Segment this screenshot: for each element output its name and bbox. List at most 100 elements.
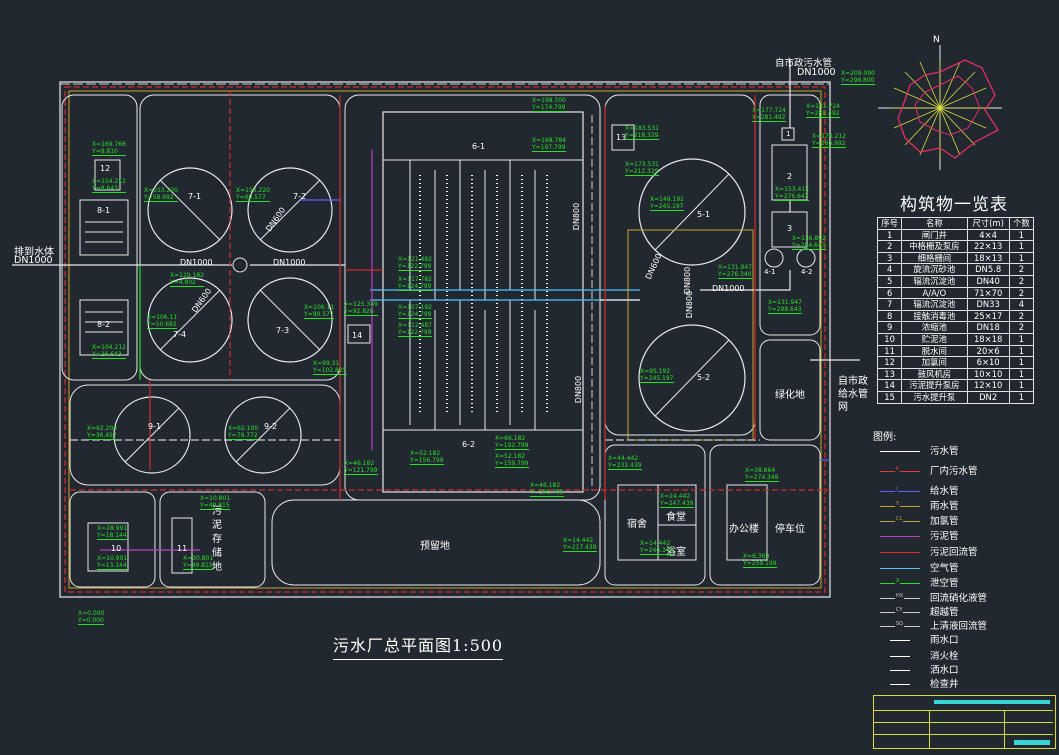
table-header-cell: 序号 <box>876 217 903 230</box>
unit-label-3: 3 <box>787 224 793 233</box>
coordinate-x: X=62.204 <box>87 425 118 432</box>
table-cell: 旋流沉砂池 <box>901 263 968 276</box>
rain-loop <box>627 229 754 441</box>
table-cell: 22×13 <box>966 240 1010 253</box>
table-cell: 中格栅及泵房 <box>901 240 968 253</box>
coordinate-x: X=10.991 <box>97 555 128 562</box>
coordinate-x: X=95.192 <box>640 368 671 375</box>
coordinate-y: Y=218.329 <box>625 132 659 139</box>
coordinate-y: Y=124.799 <box>398 283 432 290</box>
coordinate-x: X=117.782 <box>398 276 432 283</box>
legend-label: 污泥回流管 <box>930 547 978 558</box>
coordinate-label: X=46.182 Y=196.799 <box>530 482 564 497</box>
coordinate-label: X=117.782 Y=124.799 <box>398 276 432 291</box>
coordinate-y: Y=276.643 <box>775 193 809 200</box>
radius-line <box>259 289 321 351</box>
coordinate-y: Y=298.643 <box>768 306 802 313</box>
unit-label-12: 12 <box>100 164 111 173</box>
table-row: 8 接触消毒池 25×17 2 <box>876 309 1035 323</box>
legend-label: 消火栓 <box>930 651 959 662</box>
coordinate-y: Y=69.577 <box>236 194 266 201</box>
coordinate-y: Y=79.772 <box>228 432 258 439</box>
table-cell: 1 <box>1008 390 1035 404</box>
table-cell: 接触消毒池 <box>901 309 968 323</box>
table-cell: 14 <box>876 379 903 392</box>
disinfection-baffles <box>85 221 123 333</box>
table-cell: 1 <box>1008 344 1035 358</box>
pipe-dn-label: DN1000 <box>180 258 213 267</box>
coordinate-x: X=153.415 <box>775 186 809 193</box>
legend-code: CY <box>895 607 904 613</box>
legend-item: CY 超越管 <box>880 607 1050 619</box>
table-cell: 1 <box>1008 240 1035 253</box>
coordinate-label: X=153.415 Y=276.643 <box>775 186 809 201</box>
legend-label: 污泥管 <box>930 531 959 542</box>
coordinate-label: X=153.220 Y=58.692 <box>144 187 178 202</box>
coordinate-label: X=10.801 Y=49.815 <box>200 495 231 510</box>
table-cell: 加氯间 <box>901 356 968 369</box>
unit-label-7-1: 7-1 <box>188 192 202 201</box>
structure-table: 序号 名称 尺寸(m) 个数 1 闸门井 4×4 1 2 中格栅及泵房 22×13 1 3 细格栅间 18×… <box>876 217 1035 404</box>
unit-label-4-2: 4-2 <box>801 268 813 276</box>
table-row: 15 污水提升泵 DN2 1 <box>876 390 1035 404</box>
coordinate-label: X=209.090 Y=298.800 <box>841 70 875 85</box>
aeration-diffusers <box>419 175 548 415</box>
coordinate-y: Y=0.000 <box>78 617 104 624</box>
unit-label-7-3: 7-3 <box>276 326 290 335</box>
coordinate-label: X=173.531 Y=212.329 <box>625 161 659 176</box>
coordinate-y: Y=174.799 <box>532 104 566 111</box>
block-secondary-clarifiers <box>139 94 341 381</box>
radius-line <box>124 407 180 463</box>
coordinate-y: Y=276.340 <box>718 271 752 278</box>
coordinate-x: X=125.349 <box>344 301 378 308</box>
legend-item: J 给水管 <box>880 486 1050 498</box>
coordinate-y: Y=245.197 <box>640 375 674 382</box>
coordinate-label: X=183.531 Y=218.329 <box>625 125 659 140</box>
legend-swatch <box>890 640 910 641</box>
legend-code: J <box>895 486 899 492</box>
table-cell: 浓缩池 <box>901 321 968 334</box>
coordinate-label: X=30.801 Y=49.815 <box>183 555 214 570</box>
unit-label-5-2: 5-2 <box>697 373 711 382</box>
inlet-dn-label: DN1000 <box>797 67 836 78</box>
table-cell: 6×10 <box>966 356 1010 369</box>
coordinate-label: X=107.192 Y=124.799 <box>398 304 432 319</box>
coordinate-y: Y=259.199 <box>743 560 777 567</box>
table-cell: 20×6 <box>966 344 1010 358</box>
coordinate-x: X=30.801 <box>183 555 214 562</box>
legend-label: 污水管 <box>930 446 959 457</box>
coordinate-y: Y=50.692 <box>147 321 177 328</box>
table-cell: 细格栅间 <box>901 251 968 265</box>
coordinate-x: X=14.442 <box>563 537 594 544</box>
pipe-dn-label: DN1000 <box>712 284 745 293</box>
coordinate-y: Y=281.492 <box>752 114 786 121</box>
coordinate-y: Y=121.799 <box>344 467 378 474</box>
coordinate-y: Y=58.692 <box>144 194 174 201</box>
table-cell: 3 <box>876 251 903 265</box>
legend-label: 空气管 <box>930 563 959 574</box>
coordinate-x: X=177.724 <box>752 107 786 114</box>
table-row: 9 浓缩池 DN18 2 <box>876 321 1035 334</box>
legend-code: Y <box>895 501 901 507</box>
coordinate-x: X=153.220 <box>144 187 178 194</box>
coordinate-label: X=99.31 Y=102.825 <box>313 360 347 375</box>
sludge-yard-char: 泥 <box>212 520 222 531</box>
table-cell: DN18 <box>966 321 1010 334</box>
coordinate-label: X=136.892 Y=284.643 <box>792 235 826 250</box>
table-cell: 15 <box>876 390 903 404</box>
table-row: 6 A/A/O 71×70 2 <box>876 286 1035 300</box>
coordinate-x: X=10.801 <box>200 495 231 502</box>
coordinate-label: X=95.192 Y=245.197 <box>640 368 674 383</box>
table-cell: 辐流沉淀池 <box>901 298 968 311</box>
coordinate-label: X=125.349 Y=92.826 <box>344 301 378 316</box>
legend-label: 回流硝化液管 <box>930 593 988 604</box>
table-row: 4 旋流沉砂池 DN5.8 2 <box>876 263 1035 276</box>
coordinate-x: X=209.090 <box>841 70 875 77</box>
coordinate-x: X=153.220 <box>236 187 270 194</box>
coordinate-label: X=153.220 Y=69.577 <box>236 187 270 202</box>
coordinate-x: X=104.212 <box>92 344 126 351</box>
table-cell: 1 <box>1008 356 1035 369</box>
legend-swatch <box>880 568 920 569</box>
table-cell: 11 <box>876 344 903 358</box>
coordinate-y: Y=49.815 <box>200 502 230 509</box>
